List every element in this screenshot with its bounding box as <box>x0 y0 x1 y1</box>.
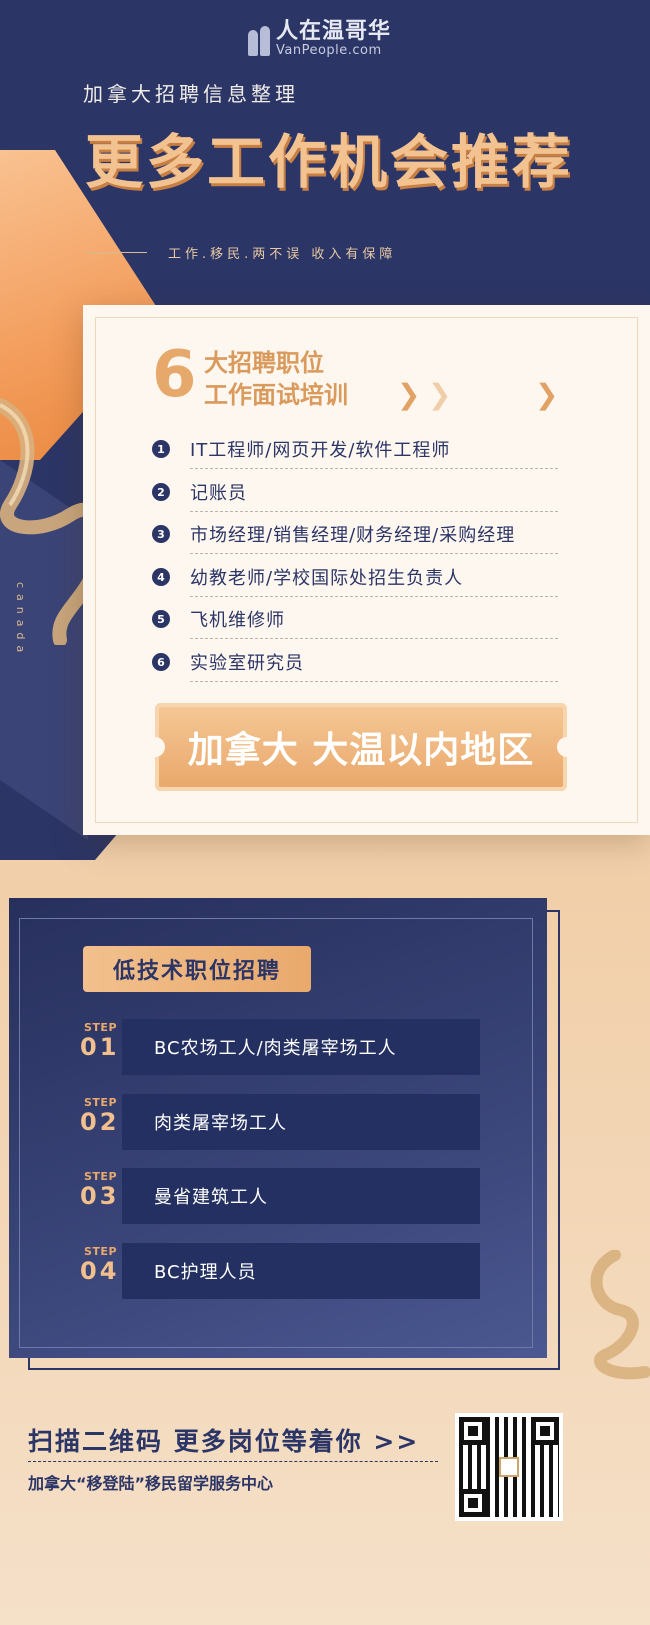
job-number-badge: 6 <box>152 653 170 671</box>
qr-code-pattern <box>459 1417 559 1517</box>
region-text: 加拿大 大温以内地区 <box>187 730 535 771</box>
job-number-badge: 5 <box>152 610 170 628</box>
job-item: 4 幼教老师/学校国际处招生负责人 <box>152 556 558 598</box>
pre-title: 加拿大招聘信息整理 <box>83 82 299 106</box>
job-item: 5 飞机维修师 <box>152 598 558 640</box>
job-title: 幼教老师/学校国际处招生负责人 <box>190 568 464 589</box>
job-divider <box>190 638 558 639</box>
step-item: STEP 01 BC农场工人/肉类屠宰场工人 <box>80 1019 480 1075</box>
step-item: STEP 04 BC护理人员 <box>80 1243 480 1299</box>
people-logo-icon <box>248 22 270 56</box>
tagline-divider <box>85 252 147 253</box>
qr-finder-icon <box>459 1417 487 1445</box>
job-item: 3 市场经理/销售经理/财务经理/采购经理 <box>152 513 558 555</box>
step-job-title: 曼省建筑工人 <box>122 1168 480 1224</box>
side-canada-text: canada <box>14 582 27 659</box>
step-item: STEP 03 曼省建筑工人 <box>80 1168 480 1224</box>
job-title: 实验室研究员 <box>190 653 304 674</box>
card-heading-line2: 工作面试培训 <box>204 381 348 409</box>
job-divider <box>190 596 558 597</box>
job-number-badge: 1 <box>152 440 170 458</box>
job-item: 2 记账员 <box>152 471 558 513</box>
footer-divider <box>28 1461 438 1462</box>
job-title: IT工程师/网页开发/软件工程师 <box>190 440 451 461</box>
job-item: 6 实验室研究员 <box>152 641 558 683</box>
job-divider <box>190 511 558 512</box>
logo-en-text: VanPeople.com <box>276 43 382 58</box>
qr-finder-icon <box>531 1417 559 1445</box>
step-item: STEP 02 肉类屠宰场工人 <box>80 1094 480 1150</box>
scan-qr-cta: 扫描二维码 更多岗位等着你 >> <box>28 1427 420 1456</box>
tagline: 工作.移民.两不误 收入有保障 <box>168 247 397 262</box>
qr-logo-icon <box>499 1457 519 1477</box>
step-number: 01 <box>80 1033 120 1061</box>
region-ticket-banner: 加拿大 大温以内地区 <box>145 703 577 791</box>
main-title: 更多工作机会推荐 <box>85 128 574 196</box>
step-job-title: BC护理人员 <box>122 1243 480 1299</box>
chevron-right-icon: ❯ <box>428 378 452 411</box>
chevron-right-icon: ❯ <box>535 378 559 411</box>
job-divider <box>190 553 558 554</box>
job-title: 市场经理/销售经理/财务经理/采购经理 <box>190 525 516 546</box>
step-job-title: BC农场工人/肉类屠宰场工人 <box>122 1019 480 1075</box>
vanpeople-logo: 人在温哥华 VanPeople.com <box>248 20 391 58</box>
low-skill-title: 低技术职位招聘 <box>83 946 311 992</box>
step-number: 02 <box>80 1108 120 1136</box>
job-number-badge: 4 <box>152 568 170 586</box>
job-divider <box>190 468 558 469</box>
step-number: 03 <box>80 1182 120 1210</box>
job-number-badge: 2 <box>152 483 170 501</box>
chevron-right-icon: ❯ <box>397 378 421 411</box>
job-number-badge: 3 <box>152 525 170 543</box>
qr-finder-icon <box>459 1489 487 1517</box>
organization-name: 加拿大“移登陆”移民留学服务中心 <box>28 1474 274 1493</box>
qr-code[interactable] <box>455 1413 563 1521</box>
step-number: 04 <box>80 1257 120 1285</box>
ribbon-right-decoration <box>590 1250 650 1380</box>
card-heading-line1: 大招聘职位 <box>204 349 324 377</box>
job-divider <box>190 681 558 682</box>
job-count-number: 6 <box>152 338 197 412</box>
job-title: 飞机维修师 <box>190 610 285 631</box>
card-heading: 大招聘职位 工作面试培训 <box>204 347 348 411</box>
logo-cn-text: 人在温哥华 <box>276 19 392 44</box>
step-job-title: 肉类屠宰场工人 <box>122 1094 480 1150</box>
job-title: 记账员 <box>190 483 247 504</box>
job-item: 1 IT工程师/网页开发/软件工程师 <box>152 428 558 470</box>
